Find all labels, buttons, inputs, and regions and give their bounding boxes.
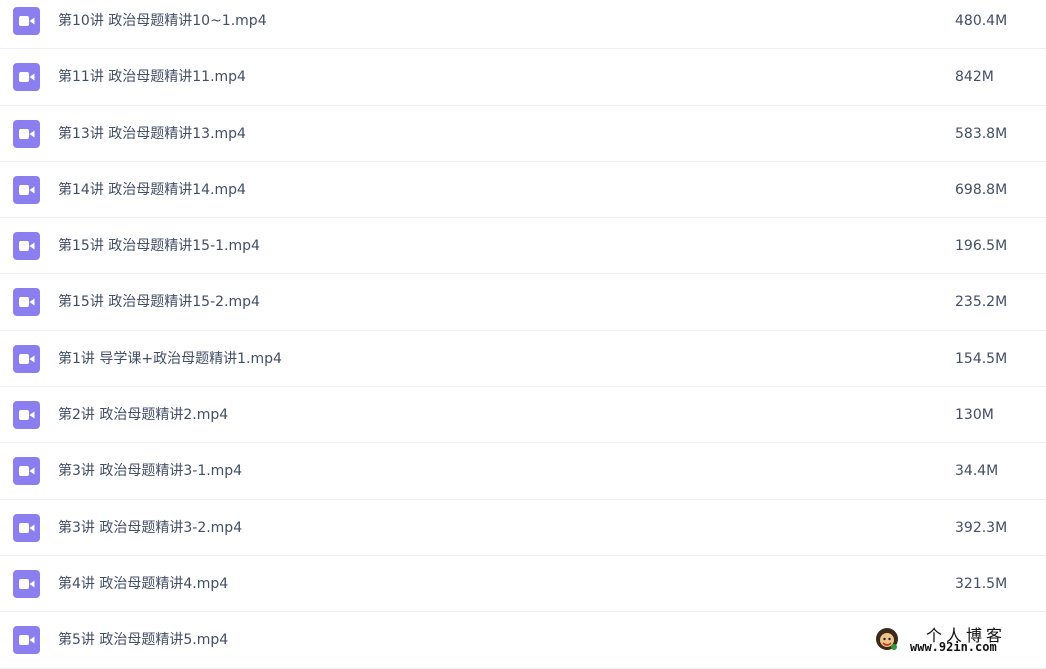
file-name[interactable]: 第10讲 政治母题精讲10~1.mp4: [58, 0, 267, 49]
video-file-icon: [13, 63, 40, 92]
file-row[interactable]: 第3讲 政治母题精讲3-2.mp4 392.3M: [0, 500, 1046, 556]
file-name[interactable]: 第4讲 政治母题精讲4.mp4: [58, 556, 228, 612]
file-row[interactable]: 第14讲 政治母题精讲14.mp4 698.8M: [0, 162, 1046, 219]
video-file-icon: [13, 175, 40, 204]
file-row[interactable]: 第3讲 政治母题精讲3-1.mp4 34.4M: [0, 443, 1046, 500]
video-file-icon: [13, 401, 40, 430]
file-name[interactable]: 第2讲 政治母题精讲2.mp4: [58, 387, 228, 443]
blog-watermark: 个人博客 www.92in.com: [870, 620, 1040, 660]
file-size: 480.4M: [955, 13, 1008, 29]
file-row[interactable]: 第10讲 政治母题精讲10~1.mp4 480.4M: [0, 0, 1046, 50]
video-file-icon: [13, 569, 40, 598]
video-file-icon: [13, 7, 40, 35]
file-row[interactable]: 第1讲 导学课+政治母题精讲1.mp4 154.5M: [0, 331, 1046, 388]
file-size: 130M: [955, 407, 994, 424]
file-name[interactable]: 第3讲 政治母题精讲3-2.mp4: [58, 500, 242, 556]
blog-logo-icon: [874, 626, 900, 652]
video-file-icon: [13, 513, 40, 542]
file-size: 154.5M: [955, 350, 1008, 367]
file-row[interactable]: 第15讲 政治母题精讲15-2.mp4 235.2M: [0, 274, 1046, 331]
file-size: 34.4M: [955, 463, 999, 480]
file-name[interactable]: 第11讲 政治母题精讲11.mp4: [58, 49, 246, 105]
file-size: 842M: [955, 69, 994, 86]
video-file-icon: [13, 344, 40, 373]
video-file-icon: [13, 626, 40, 655]
file-name[interactable]: 第15讲 政治母题精讲15-1.mp4: [58, 218, 260, 274]
video-file-icon: [13, 288, 40, 317]
video-file-icon: [13, 232, 40, 261]
file-size: 196.5M: [955, 238, 1008, 255]
watermark-url: www.92in.com: [910, 640, 997, 654]
file-size: 392.3M: [955, 519, 1008, 536]
file-name[interactable]: 第15讲 政治母题精讲15-2.mp4: [58, 274, 260, 330]
file-size: 235.2M: [955, 294, 1008, 311]
file-size: 698.8M: [955, 181, 1008, 198]
file-name[interactable]: 第14讲 政治母题精讲14.mp4: [58, 162, 246, 218]
file-row[interactable]: 第4讲 政治母题精讲4.mp4 321.5M: [0, 556, 1046, 613]
file-row[interactable]: 第15讲 政治母题精讲15-1.mp4 196.5M: [0, 218, 1046, 275]
file-name[interactable]: 第13讲 政治母题精讲13.mp4: [58, 106, 246, 162]
file-size: 583.8M: [955, 125, 1008, 142]
video-file-icon: [13, 119, 40, 148]
file-list: 第10讲 政治母题精讲10~1.mp4 480.4M 第11讲 政治母题精讲11…: [0, 0, 1046, 669]
file-row[interactable]: 第2讲 政治母题精讲2.mp4 130M: [0, 387, 1046, 444]
file-name[interactable]: 第3讲 政治母题精讲3-1.mp4: [58, 443, 242, 499]
file-row[interactable]: 第11讲 政治母题精讲11.mp4 842M: [0, 49, 1046, 106]
file-size: 321.5M: [955, 575, 1008, 592]
video-file-icon: [13, 457, 40, 486]
file-row[interactable]: 第13讲 政治母题精讲13.mp4 583.8M: [0, 106, 1046, 162]
file-name[interactable]: 第1讲 导学课+政治母题精讲1.mp4: [58, 331, 282, 387]
